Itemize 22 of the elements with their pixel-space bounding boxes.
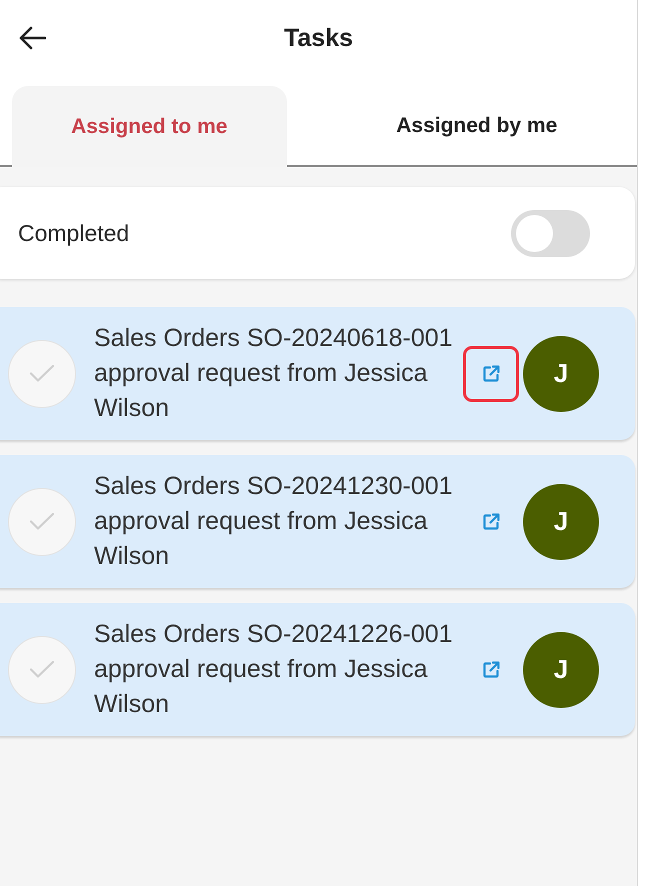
user-avatar: J — [523, 632, 599, 708]
task-title: Sales Orders SO-20241226-001 approval request from Jessica Wilson — [94, 619, 454, 720]
check-icon — [29, 660, 55, 679]
task-title: Sales Orders SO-20240618-001 approval request from Jessica Wilson — [94, 323, 454, 424]
external-link-icon — [482, 364, 500, 382]
user-avatar: J — [523, 336, 599, 412]
external-link-icon — [482, 512, 500, 530]
user-avatar: J — [523, 484, 599, 560]
completed-toggle[interactable] — [511, 210, 590, 256]
check-icon — [29, 512, 55, 531]
tab[interactable]: Assigned to me — [12, 86, 287, 167]
open-link-button[interactable] — [482, 512, 500, 530]
task-title: Sales Orders SO-20241230-001 approval request from Jessica Wilson — [94, 471, 454, 572]
external-link-icon — [482, 660, 500, 678]
open-link-button[interactable] — [482, 660, 500, 678]
page-title: Tasks — [284, 24, 354, 52]
tab[interactable]: Assigned by me — [316, 86, 637, 165]
check-icon — [29, 364, 55, 383]
back-button[interactable] — [18, 26, 46, 50]
back-arrow-icon — [18, 26, 46, 50]
open-link-button[interactable] — [482, 364, 500, 382]
completed-label: Completed — [18, 220, 130, 246]
